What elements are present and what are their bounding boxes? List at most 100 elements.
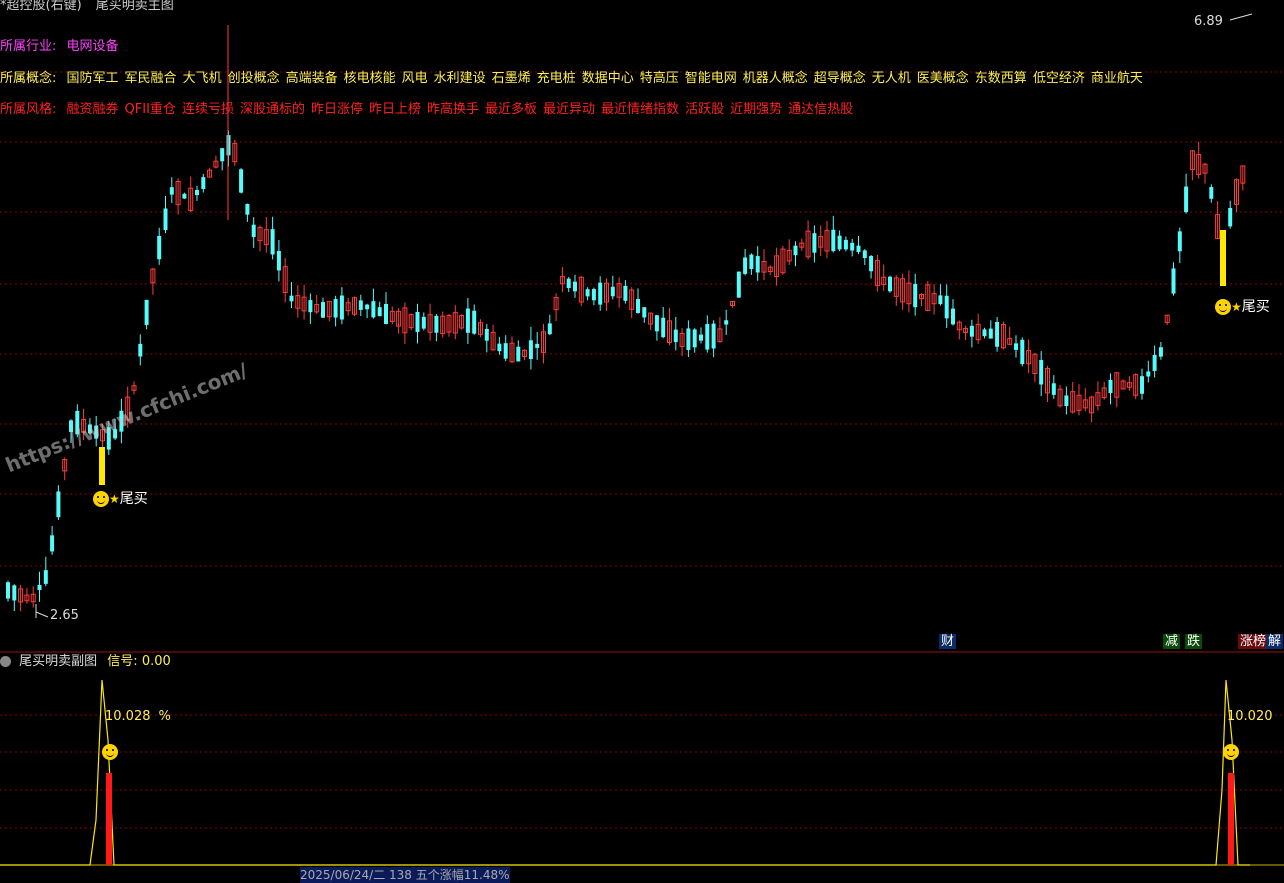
candle-body [6,582,10,599]
style-item: 最近异动 [543,102,596,117]
candle-body [705,324,710,350]
candle-body [995,321,1000,347]
candle-body [516,346,521,362]
concept-item: 风电 [401,71,428,86]
candle-body [610,286,615,297]
high-arrow [1229,13,1253,21]
signal-line [0,679,1250,866]
sub-panel-title: 尾买明卖副图 [19,654,98,669]
candle-body [573,281,577,292]
candle-body [1108,379,1113,394]
concept-item: 大飞机 [182,71,222,86]
concept-row: 所属概念: 国防军工 军民融合 大飞机 创投概念 高端装备 核电核能 风电 水利建设 石墨烯 充电… [0,71,1143,87]
style-item: 活跃股 [685,102,725,117]
candle-body [421,316,426,329]
style-item: QFII重仓 [124,102,176,117]
signal-candle [1220,230,1226,286]
candle-body [339,295,344,320]
candle-body [528,340,533,360]
concept-item: 商业航天 [1090,71,1143,86]
concept-item: 智能电网 [684,71,737,86]
sub-smiley-2 [1223,741,1239,760]
candle-body [982,329,987,337]
buy-signal-label: 尾买 [119,491,148,507]
candle-body [547,323,552,335]
candle-body [699,334,703,341]
concept-item: 充电桩 [536,71,576,86]
candle-body [1158,347,1163,357]
candle-body [157,236,162,260]
candle-body [182,193,187,199]
candle-body [1171,268,1176,294]
candle-body [598,282,603,305]
candle-body [755,256,760,273]
candle-body [591,289,596,301]
event-tag-finance[interactable]: 财 [939,634,957,649]
candle-body [1014,343,1018,350]
style-item: 连续亏损 [181,102,234,117]
candle-body [535,343,540,348]
style-item: 最近多板 [485,102,538,117]
buy-signal-label: 尾买 [1241,299,1270,315]
candle-body [377,307,382,317]
sub-panel-header: 尾买明卖副图 信号: 0.00 [0,654,171,670]
stock-name: *超控股(右键) [0,0,82,13]
concept-label: 所属概念: [0,71,57,86]
candle-body [749,254,754,269]
style-list: 融资融券 QFII重仓 连续亏损 深股通标的 昨日涨停 昨日上榜 昨高换手 最近多板 最近异动最… [61,102,854,117]
candle-body [220,148,225,162]
style-item: 融资融券 [66,102,119,117]
candle-body [12,585,17,601]
candle-body [163,208,168,230]
concept-item: 国防军工 [66,71,119,86]
candle-body [201,177,206,189]
collapse-icon[interactable] [0,656,11,667]
buy-signal-marker: ★尾买 [93,488,148,508]
candle-body [969,325,974,337]
candle-body [384,303,388,325]
concept-item: 数据中心 [581,71,634,86]
candle-body [1184,186,1189,213]
candle-body [862,250,867,258]
peak2-value: 10.020 [1227,709,1273,724]
candle-body [434,315,439,333]
industry-row: 所属行业: 电网设备 [0,39,119,55]
event-tag-limitup-list[interactable]: 涨榜 [1238,634,1269,649]
signal-candle [99,447,105,485]
candle-body [138,343,143,357]
concept-item: 核电核能 [343,71,396,86]
candle-body [661,317,666,338]
chart-canvas[interactable] [0,0,1284,875]
buy-signal-marker: ★尾买 [1215,296,1270,316]
candle-body [365,304,370,310]
style-item: 昨高换手 [427,102,480,117]
candle-body [1152,354,1157,371]
candle-body [251,224,256,237]
footer-date: 2025/06/24/二 138 五个涨幅11.48% [300,867,510,883]
window-header: *超控股(右键) 尾买明卖主图 [0,0,174,13]
candle-body [812,233,817,253]
candle-body [1064,395,1069,407]
candle-body [497,343,502,352]
event-tag-reduce[interactable]: 减 [1163,634,1181,649]
candle-body [566,278,571,289]
candle-body [358,300,363,310]
event-tag-unlock[interactable]: 解 [1266,634,1284,649]
event-tag-drop[interactable]: 跌 [1185,634,1203,649]
candle-body [371,301,376,318]
signal-bar [106,773,112,865]
candle-body [938,295,943,305]
candle-body [144,299,149,325]
candle-body [736,271,741,298]
candle-body [686,328,691,350]
concept-item: 无人机 [871,71,911,86]
candle-body [692,329,697,348]
low-arrow [35,611,49,618]
candle-body [1020,339,1025,365]
candle-body [636,299,640,313]
candle-body [169,187,174,195]
candle-body [711,323,716,349]
smiley-icon [1223,743,1239,760]
price-low-label: 2.65 [50,608,79,623]
candle-body [793,245,798,256]
